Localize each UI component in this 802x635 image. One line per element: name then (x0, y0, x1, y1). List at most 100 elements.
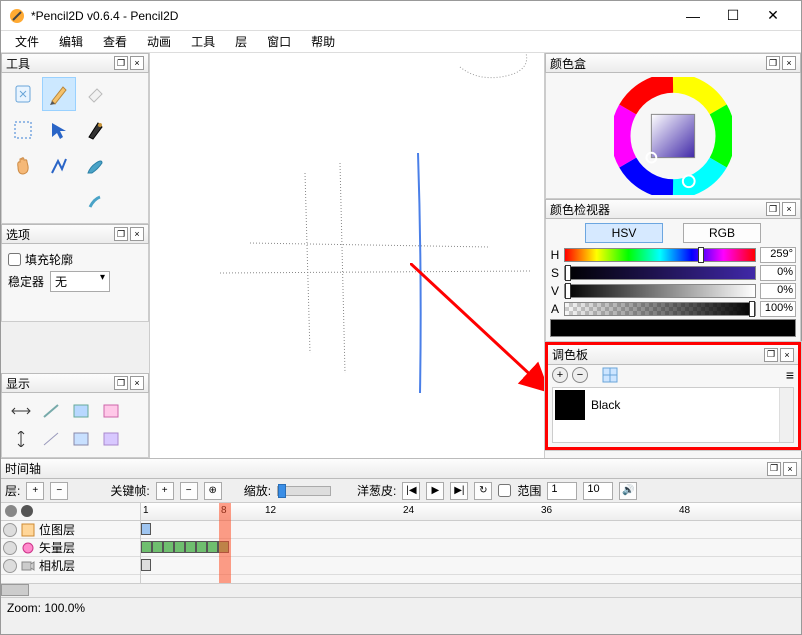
val-slider[interactable] (564, 284, 756, 298)
select-tool[interactable] (6, 113, 40, 147)
hand-tool[interactable] (6, 149, 40, 183)
window-titlebar: *Pencil2D v0.6.4 - Pencil2D — ☐ ✕ (1, 1, 801, 31)
inspector-undock-button[interactable]: ❐ (766, 202, 780, 216)
palette-close-button[interactable]: × (780, 348, 794, 362)
colorbox-undock-button[interactable]: ❐ (766, 56, 780, 70)
minimize-button[interactable]: — (673, 2, 713, 30)
mirror-v-button[interactable] (7, 426, 35, 452)
close-button[interactable]: ✕ (753, 2, 793, 30)
palette-item-label: Black (591, 398, 620, 412)
layer-visibility-icon[interactable] (3, 523, 17, 537)
range-checkbox[interactable] (498, 484, 511, 497)
brush-tool[interactable] (78, 149, 112, 183)
window-title: *Pencil2D v0.6.4 - Pencil2D (31, 9, 673, 23)
range-end-field[interactable]: 10 (583, 482, 613, 500)
menu-layer[interactable]: 层 (225, 31, 257, 52)
fill-outline-checkbox[interactable] (8, 253, 21, 266)
add-key-button[interactable]: + (156, 482, 174, 500)
timeline-zoom-slider[interactable] (277, 486, 331, 496)
thin-lines2-button[interactable] (37, 426, 65, 452)
mirror-h-button[interactable] (7, 398, 35, 424)
color-wheel[interactable] (545, 73, 801, 199)
overlay1-button[interactable] (97, 398, 125, 424)
play-button[interactable]: ▶ (426, 482, 444, 500)
options-panel-header: 选项 ❐ × (1, 224, 149, 244)
remove-layer-button[interactable]: − (50, 482, 68, 500)
val-field[interactable]: 0% (760, 283, 796, 299)
hsv-tab[interactable]: HSV (585, 223, 663, 243)
menu-window[interactable]: 窗口 (257, 31, 301, 52)
palette-item[interactable]: Black (553, 388, 793, 422)
timeline-undock-button[interactable]: ❐ (767, 462, 781, 476)
alpha-field[interactable]: 100% (760, 301, 796, 317)
palette-scrollbar[interactable] (779, 388, 793, 442)
menu-file[interactable]: 文件 (5, 31, 49, 52)
alpha-slider[interactable] (564, 302, 756, 316)
dup-key-button[interactable]: ⊕ (204, 482, 222, 500)
display-undock-button[interactable]: ❐ (114, 376, 128, 390)
display-close-button[interactable]: × (130, 376, 144, 390)
palette-swatch (555, 390, 585, 420)
palette-undock-button[interactable]: ❐ (764, 348, 778, 362)
camera-layer-icon (21, 559, 35, 573)
inspector-close-button[interactable]: × (782, 202, 796, 216)
layer-visibility-icon[interactable] (3, 541, 17, 555)
pencil-tool[interactable] (42, 77, 76, 111)
move-tool[interactable] (42, 113, 76, 147)
play-end-button[interactable]: ▶| (450, 482, 468, 500)
layer-row-vector[interactable]: 矢量层 (1, 539, 140, 557)
options-close-button[interactable]: × (130, 227, 144, 241)
rgb-tab[interactable]: RGB (683, 223, 761, 243)
smudge-tool[interactable] (78, 185, 112, 219)
menu-tools[interactable]: 工具 (181, 31, 225, 52)
layers-label: 层: (5, 482, 20, 499)
zoom-status: Zoom: 100.0% (7, 601, 85, 615)
timeline-tracks[interactable]: 1 8 12 24 36 48 (141, 503, 801, 583)
tools-panel-header: 工具 ❐ × (1, 53, 149, 73)
add-layer-button[interactable]: + (26, 482, 44, 500)
tools-close-button[interactable]: × (130, 56, 144, 70)
layer-row-camera[interactable]: 相机层 (1, 557, 140, 575)
colorbox-panel-header: 颜色盒 ❐ × (545, 53, 801, 73)
hue-field[interactable]: 259° (760, 247, 796, 263)
menu-anim[interactable]: 动画 (137, 31, 181, 52)
options-undock-button[interactable]: ❐ (114, 227, 128, 241)
sat-slider[interactable] (564, 266, 756, 280)
layer-row-bitmap[interactable]: 位图层 (1, 521, 140, 539)
range-start-field[interactable]: 1 (547, 482, 577, 500)
timeline-h-scrollbar[interactable] (1, 584, 29, 596)
outlines2-button[interactable] (67, 426, 95, 452)
pen-tool[interactable] (78, 113, 112, 147)
clear-tool[interactable] (6, 77, 40, 111)
outlines-button[interactable] (67, 398, 95, 424)
color-inspector-panel: HSV RGB H 259° S 0% V 0% A 100% (545, 219, 801, 342)
sound-button[interactable]: 🔊 (619, 482, 637, 500)
palette-grid-icon[interactable] (602, 367, 618, 383)
palette-list[interactable]: Black (552, 387, 794, 443)
play-start-button[interactable]: |◀ (402, 482, 420, 500)
colorbox-close-button[interactable]: × (782, 56, 796, 70)
remove-key-button[interactable]: − (180, 482, 198, 500)
overlay2-button[interactable] (97, 426, 125, 452)
menu-view[interactable]: 查看 (93, 31, 137, 52)
stabilizer-select[interactable]: 无 (50, 271, 110, 292)
palette-add-button[interactable]: + (552, 367, 568, 383)
maximize-button[interactable]: ☐ (713, 2, 753, 30)
menu-help[interactable]: 帮助 (301, 31, 345, 52)
palette-menu-icon[interactable]: ≡ (786, 367, 794, 383)
timeline-close-button[interactable]: × (783, 462, 797, 476)
display-panel-header: 显示 ❐ × (1, 373, 149, 393)
drawing-canvas[interactable] (149, 53, 545, 458)
tools-undock-button[interactable]: ❐ (114, 56, 128, 70)
keyframes-label: 关键帧: (110, 482, 149, 499)
sat-field[interactable]: 0% (760, 265, 796, 281)
loop-button[interactable]: ↻ (474, 482, 492, 500)
eraser-tool[interactable] (78, 77, 112, 111)
polyline-tool[interactable] (42, 149, 76, 183)
hue-slider[interactable] (564, 248, 756, 262)
palette-remove-button[interactable]: − (572, 367, 588, 383)
layer-visibility-icon[interactable] (3, 559, 17, 573)
timeline-playhead[interactable] (219, 503, 231, 583)
thin-lines-button[interactable] (37, 398, 65, 424)
menu-edit[interactable]: 编辑 (49, 31, 93, 52)
